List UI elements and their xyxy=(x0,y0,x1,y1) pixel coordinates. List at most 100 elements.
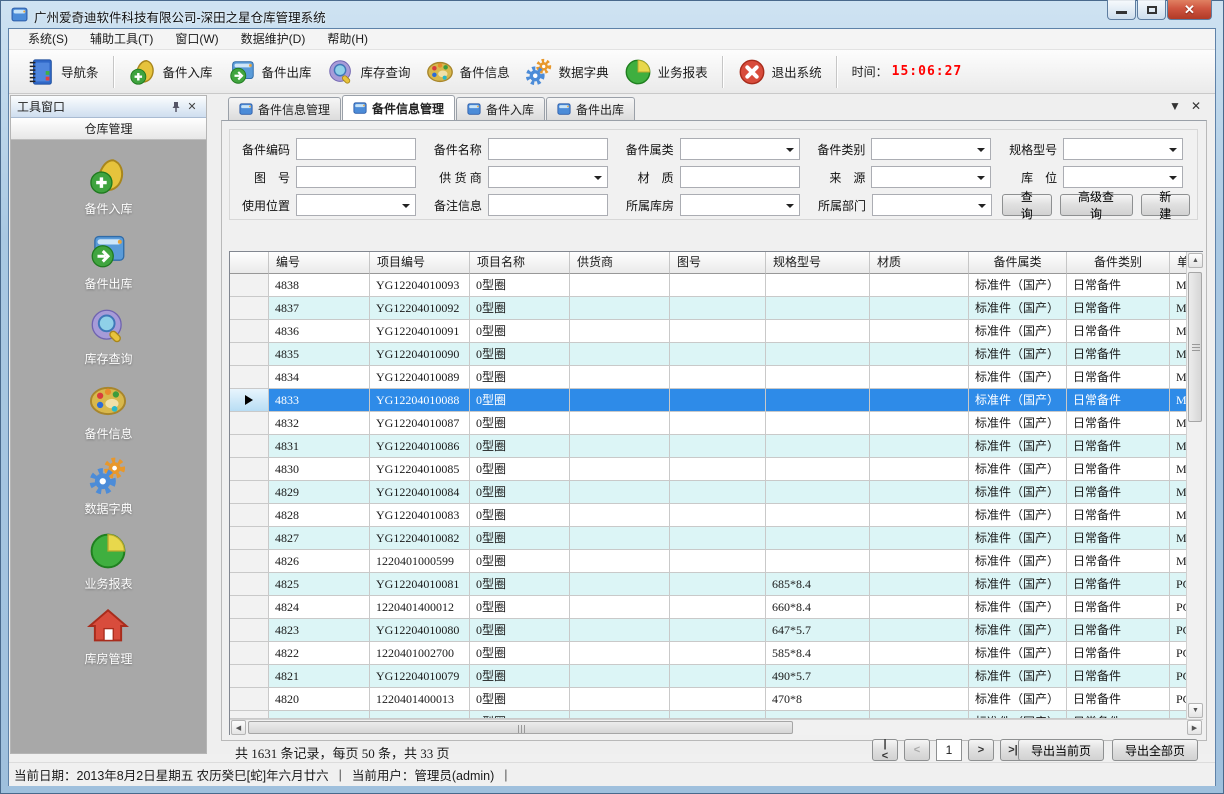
combo-所属部门[interactable] xyxy=(872,194,992,216)
column-header-6[interactable]: 材质 xyxy=(870,252,969,274)
toolbar-button-navbar[interactable]: 导航条 xyxy=(19,54,106,90)
table-row[interactable]: 482412204014000120型圈660*8.4标准件（国产）日常备件PC xyxy=(230,596,1186,619)
table-row[interactable]: 4831YG122040100860型圈标准件（国产）日常备件M xyxy=(230,435,1186,458)
combo-所属库房[interactable] xyxy=(680,194,800,216)
export-current-page-button[interactable]: 导出当前页 xyxy=(1018,739,1104,761)
row-selector[interactable] xyxy=(230,711,269,719)
tab-3[interactable]: 备件出库 xyxy=(546,97,635,120)
tab-close-icon[interactable]: ✕ xyxy=(1191,99,1201,113)
sidebar-item-data-dict[interactable]: 数据字典 xyxy=(74,453,142,519)
table-row[interactable]: 482012204014000130型圈470*8标准件（国产）日常备件PC xyxy=(230,688,1186,711)
menu-item-0[interactable]: 系统(S) xyxy=(17,29,79,50)
sidebar-item-report[interactable]: 业务报表 xyxy=(74,528,142,594)
menu-item-3[interactable]: 数据维护(D) xyxy=(230,29,317,50)
field-input[interactable] xyxy=(489,139,607,159)
table-row[interactable]: 4825YG122040100810型圈685*8.4标准件（国产）日常备件PC xyxy=(230,573,1186,596)
query-button[interactable]: 查询 xyxy=(1002,194,1052,216)
splitter[interactable] xyxy=(207,95,221,754)
vertical-scrollbar[interactable]: ▲ ▼ xyxy=(1186,252,1203,719)
row-selector[interactable] xyxy=(230,435,269,458)
column-header-4[interactable]: 图号 xyxy=(670,252,766,274)
column-header-7[interactable]: 备件属类 xyxy=(969,252,1067,274)
combo-规格型号[interactable] xyxy=(1063,138,1183,160)
table-row[interactable]: 482612204010005990型圈标准件（国产）日常备件M xyxy=(230,550,1186,573)
scroll-right-icon[interactable]: ▶ xyxy=(1187,720,1202,735)
toolbar-button-data-dict[interactable]: 数据字典 xyxy=(517,54,616,90)
row-selector[interactable] xyxy=(230,573,269,596)
minimize-button[interactable] xyxy=(1107,0,1136,20)
tab-2[interactable]: 备件入库 xyxy=(456,97,545,120)
table-row[interactable]: 4838YG122040100930型圈标准件（国产）日常备件M xyxy=(230,274,1186,297)
table-row[interactable]: 482212204010027000型圈585*8.4标准件（国产）日常备件PC xyxy=(230,642,1186,665)
menu-item-4[interactable]: 帮助(H) xyxy=(316,29,379,50)
table-row[interactable]: 4837YG122040100920型圈标准件（国产）日常备件M xyxy=(230,297,1186,320)
table-row[interactable]: 4836YG122040100910型圈标准件（国产）日常备件M xyxy=(230,320,1186,343)
table-row[interactable]: 4832YG122040100870型圈标准件（国产）日常备件M xyxy=(230,412,1186,435)
tab-0[interactable]: 备件信息管理 xyxy=(228,97,341,120)
column-header-3[interactable]: 供货商 xyxy=(570,252,670,274)
prev-page-button[interactable]: < xyxy=(904,739,930,761)
table-row[interactable]: 4823YG122040100800型圈647*5.7标准件（国产）日常备件PC xyxy=(230,619,1186,642)
toolbar-button-spare-out[interactable]: 备件出库 xyxy=(220,54,319,90)
next-page-button[interactable]: > xyxy=(968,739,994,761)
advanced-query-button[interactable]: 高级查询 xyxy=(1060,194,1133,216)
sidebar-item-warehouse[interactable]: 库房管理 xyxy=(74,603,142,669)
table-row[interactable]: 4830YG122040100850型圈标准件（国产）日常备件M xyxy=(230,458,1186,481)
row-selector[interactable] xyxy=(230,389,269,412)
table-row[interactable]: 4821YG122040100790型圈490*5.7标准件（国产）日常备件PC xyxy=(230,665,1186,688)
row-selector[interactable] xyxy=(230,665,269,688)
toolbar-button-spare-info[interactable]: 备件信息 xyxy=(418,54,517,90)
tab-1-active[interactable]: 备件信息管理 xyxy=(342,95,455,120)
column-header-9[interactable]: 单位 xyxy=(1170,252,1186,274)
scroll-up-icon[interactable]: ▲ xyxy=(1188,253,1203,268)
menu-item-2[interactable]: 窗口(W) xyxy=(164,29,229,50)
row-selector[interactable] xyxy=(230,274,269,297)
row-selector[interactable] xyxy=(230,366,269,389)
row-selector[interactable] xyxy=(230,412,269,435)
horizontal-scroll-thumb[interactable] xyxy=(248,721,793,734)
column-header-0[interactable]: 编号 xyxy=(269,252,370,274)
menu-item-1[interactable]: 辅助工具(T) xyxy=(79,29,164,50)
combo-来源[interactable] xyxy=(871,166,991,188)
row-selector[interactable] xyxy=(230,688,269,711)
row-selector[interactable] xyxy=(230,550,269,573)
vertical-scroll-thumb[interactable] xyxy=(1188,272,1202,422)
combo-供货商[interactable] xyxy=(488,166,608,188)
field-input[interactable] xyxy=(297,139,415,159)
combo-备件属类[interactable] xyxy=(680,138,800,160)
table-row[interactable]: 4835YG122040100900型圈标准件（国产）日常备件M xyxy=(230,343,1186,366)
tab-list-dropdown-icon[interactable]: ▼ xyxy=(1169,99,1181,113)
combo-使用位置[interactable] xyxy=(296,194,416,216)
row-selector[interactable] xyxy=(230,320,269,343)
toolbar-button-exit[interactable]: 退出系统 xyxy=(730,54,829,90)
row-selector[interactable] xyxy=(230,642,269,665)
row-selector[interactable] xyxy=(230,596,269,619)
sidebar-group-header[interactable]: 仓库管理 xyxy=(11,118,206,140)
row-selector[interactable] xyxy=(230,481,269,504)
sidebar-item-spare-out[interactable]: 备件出库 xyxy=(74,228,142,294)
table-row[interactable]: 4834YG122040100890型圈标准件（国产）日常备件M xyxy=(230,366,1186,389)
scroll-down-icon[interactable]: ▼ xyxy=(1188,703,1203,718)
horizontal-scrollbar[interactable]: ◀ ▶ xyxy=(230,719,1203,735)
column-header-2[interactable]: 项目名称 xyxy=(470,252,570,274)
row-selector[interactable] xyxy=(230,343,269,366)
sidebar-item-spare-info[interactable]: 备件信息 xyxy=(74,378,142,444)
toolbar-button-inventory-query[interactable]: 库存查询 xyxy=(319,54,418,90)
column-header-5[interactable]: 规格型号 xyxy=(766,252,870,274)
page-number-input[interactable]: 1 xyxy=(936,739,962,761)
row-selector[interactable] xyxy=(230,619,269,642)
close-button[interactable]: ✕ xyxy=(1167,0,1212,20)
column-header-8[interactable]: 备件类别 xyxy=(1067,252,1170,274)
row-selector[interactable] xyxy=(230,297,269,320)
toolbar-button-spare-in[interactable]: 备件入库 xyxy=(121,54,220,90)
column-header-1[interactable]: 项目编号 xyxy=(370,252,470,274)
sidebar-item-spare-in[interactable]: 备件入库 xyxy=(74,153,142,219)
field-input[interactable] xyxy=(489,195,607,215)
pin-icon[interactable] xyxy=(168,99,184,115)
scroll-left-icon[interactable]: ◀ xyxy=(231,720,246,735)
field-input[interactable] xyxy=(681,167,799,187)
export-all-pages-button[interactable]: 导出全部页 xyxy=(1112,739,1198,761)
toolbar-button-report[interactable]: 业务报表 xyxy=(616,54,715,90)
combo-库位[interactable] xyxy=(1063,166,1183,188)
combo-备件类别[interactable] xyxy=(871,138,991,160)
